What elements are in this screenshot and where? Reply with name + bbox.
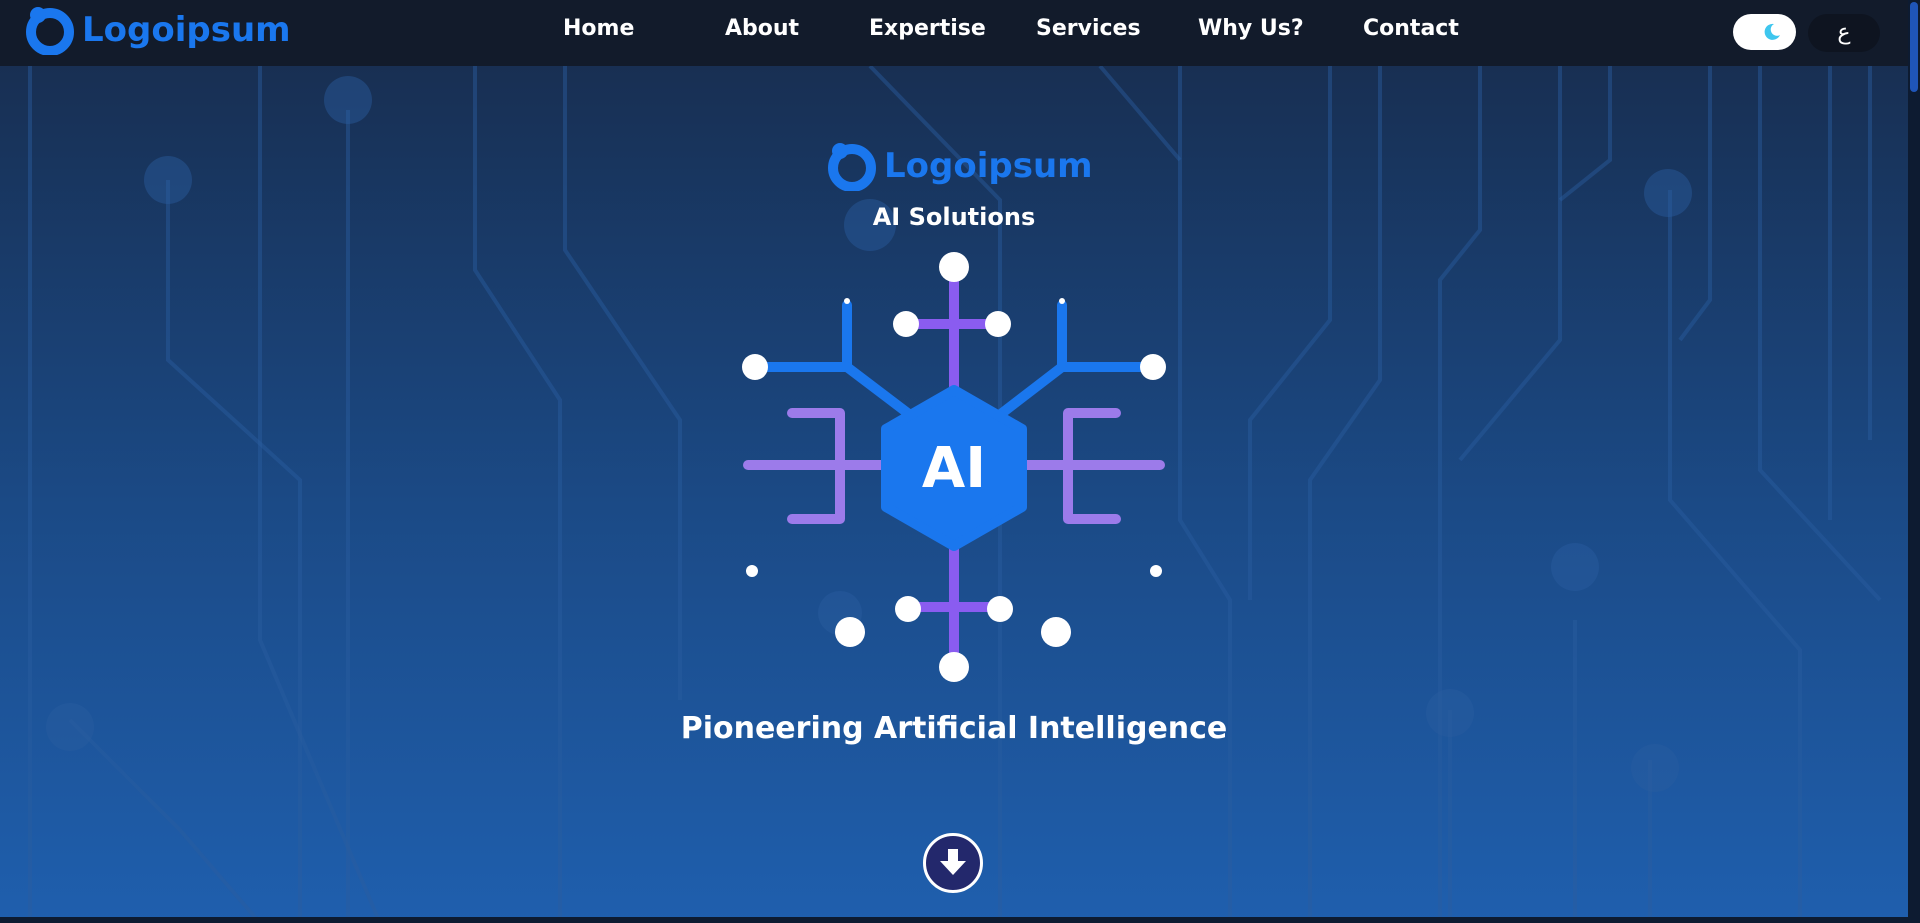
- hero-subtitle: AI Solutions: [872, 203, 1036, 231]
- hero-brand-logo: Logoipsum: [826, 140, 1093, 192]
- language-switch-button[interactable]: ع: [1808, 14, 1880, 52]
- ai-chip-illustration: AI: [742, 252, 1166, 682]
- ai-chip-label: AI: [922, 436, 986, 501]
- bottom-strip: [0, 917, 1908, 923]
- theme-toggle[interactable]: [1733, 14, 1796, 50]
- scroll-down-button[interactable]: [923, 833, 983, 893]
- logo-mark-icon: [828, 143, 876, 191]
- nav-about[interactable]: About: [725, 16, 799, 41]
- nav-services[interactable]: Services: [1036, 16, 1141, 41]
- page-scrollbar[interactable]: [1908, 0, 1920, 923]
- logo-mark-icon: [26, 7, 74, 55]
- hero-brand-name: Logoipsum: [884, 146, 1093, 186]
- nav-contact[interactable]: Contact: [1363, 16, 1459, 41]
- hero-title: Pioneering Artificial Intelligence: [680, 711, 1228, 746]
- brand-logo[interactable]: Logoipsum: [24, 4, 291, 56]
- moon-icon: [1764, 23, 1780, 40]
- nav-expertise[interactable]: Expertise: [869, 16, 986, 41]
- arrow-down-icon: [940, 849, 966, 875]
- scrollbar-thumb[interactable]: [1910, 2, 1918, 92]
- top-navbar: Logoipsum Home About Expertise Services …: [0, 0, 1908, 66]
- nav-why-us[interactable]: Why Us?: [1198, 16, 1304, 41]
- brand-name: Logoipsum: [82, 10, 291, 50]
- nav-home[interactable]: Home: [563, 16, 634, 41]
